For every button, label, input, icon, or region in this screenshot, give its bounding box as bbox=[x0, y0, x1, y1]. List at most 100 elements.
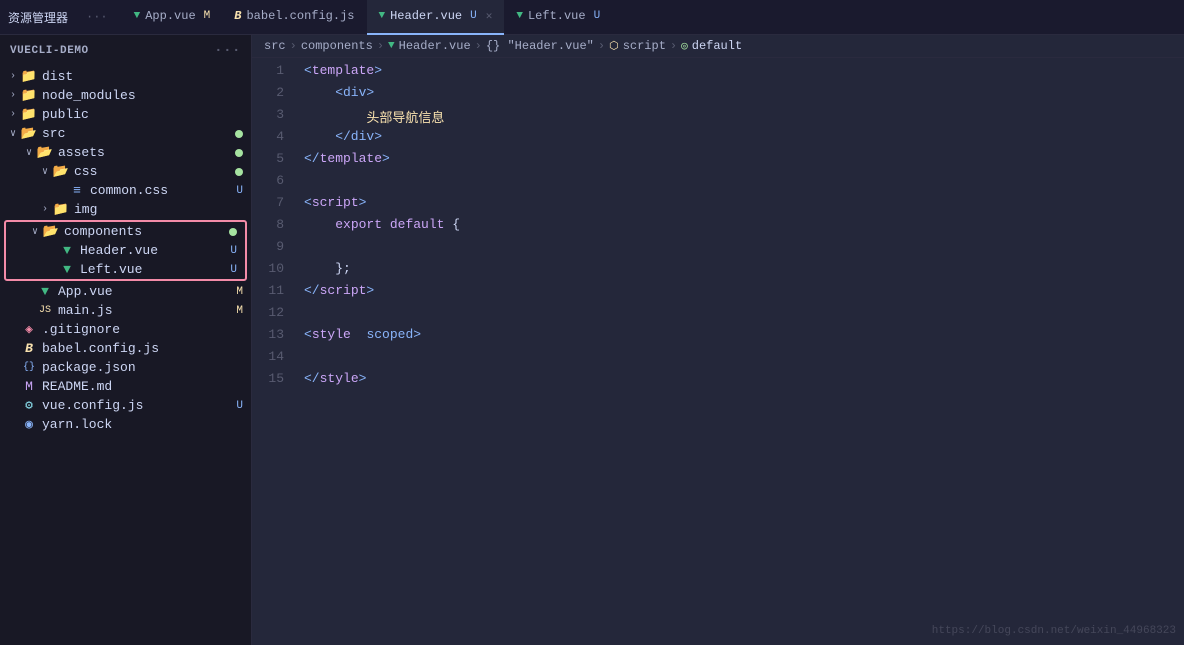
components-highlighted-group: ∨📂components ▼ Header.vueU▼Left.vueU bbox=[4, 220, 247, 281]
line-content: </style> bbox=[300, 371, 1184, 386]
code-line-15: 15</style> bbox=[252, 370, 1184, 392]
tab-left-vue[interactable]: ▼Left.vueU bbox=[504, 0, 612, 35]
folder-arrow-icon: ∨ bbox=[28, 226, 42, 238]
breadcrumb-script[interactable]: script bbox=[623, 39, 666, 53]
explorer-menu[interactable]: ··· bbox=[80, 10, 114, 24]
line-number: 8 bbox=[252, 217, 300, 232]
file-type-icon: ≡ bbox=[68, 183, 86, 198]
code-line-2: 2 <div> bbox=[252, 84, 1184, 106]
line-content: <script> bbox=[300, 195, 1184, 210]
file-type-icon: ◈ bbox=[20, 322, 38, 337]
tab-header-vue[interactable]: ▼Header.vueU✕ bbox=[367, 0, 505, 35]
folder-arrow-icon: › bbox=[38, 204, 52, 215]
vue-icon: ▼ bbox=[516, 10, 523, 22]
tree-item-gitignore[interactable]: ◈.gitignore bbox=[0, 320, 251, 339]
line-number: 2 bbox=[252, 85, 300, 100]
tree-item-src[interactable]: ∨📂src bbox=[0, 124, 251, 143]
tree-item-readme[interactable]: MREADME.md bbox=[0, 377, 251, 396]
modified-dot bbox=[229, 228, 237, 236]
file-name: package.json bbox=[42, 360, 251, 375]
file-type-icon: {} bbox=[20, 362, 38, 373]
folder-arrow-icon: › bbox=[6, 90, 20, 101]
tree-item-main-js[interactable]: JSmain.jsM bbox=[0, 301, 251, 320]
tree-item-public[interactable]: ›📁public bbox=[0, 105, 251, 124]
badge-modified: M bbox=[204, 10, 211, 22]
file-name: Header.vue bbox=[80, 243, 230, 258]
tab-label: Left.vue bbox=[528, 9, 586, 23]
line-content: <template> bbox=[300, 63, 1184, 78]
badge-m: M bbox=[236, 305, 243, 317]
file-name: components bbox=[64, 224, 229, 239]
vue-icon: ▼ bbox=[134, 10, 141, 22]
file-type-icon: ▼ bbox=[58, 243, 76, 258]
file-name: node_modules bbox=[42, 88, 251, 103]
code-editor[interactable]: 1<template>2 <div>3 头部导航信息4 </div>5</tem… bbox=[252, 58, 1184, 645]
breadcrumb-src[interactable]: src bbox=[264, 39, 286, 53]
line-content: <style scoped> bbox=[300, 327, 1184, 342]
line-number: 5 bbox=[252, 151, 300, 166]
line-number: 15 bbox=[252, 371, 300, 386]
breadcrumb-script-icon: ⬡ bbox=[609, 39, 619, 53]
code-line-9: 9 bbox=[252, 238, 1184, 260]
vue-icon: ▼ bbox=[379, 10, 386, 22]
line-number: 14 bbox=[252, 349, 300, 364]
line-number: 13 bbox=[252, 327, 300, 342]
code-line-10: 10 }; bbox=[252, 260, 1184, 282]
breadcrumb-header-vue[interactable]: Header.vue bbox=[399, 39, 471, 53]
tree-item-app-vue[interactable]: ▼App.vueM bbox=[0, 282, 251, 301]
line-content bbox=[300, 305, 1184, 320]
file-name: img bbox=[74, 202, 251, 217]
folder-icon: 📁 bbox=[52, 202, 70, 217]
file-name: README.md bbox=[42, 379, 251, 394]
line-content: export default { bbox=[300, 217, 1184, 232]
tree-item-yarn-lock[interactable]: ◉ yarn.lock bbox=[0, 415, 251, 434]
folder-icon: 📂 bbox=[52, 164, 70, 179]
breadcrumb-braces[interactable]: {} "Header.vue" bbox=[486, 39, 594, 53]
breadcrumb: src › components › ▼ Header.vue › {} "He… bbox=[252, 35, 1184, 58]
file-name: yarn.lock bbox=[42, 417, 251, 432]
tab-close-btn[interactable]: ✕ bbox=[486, 9, 493, 23]
tree-item-common-css[interactable]: ≡common.cssU bbox=[0, 181, 251, 200]
sidebar: VUECLI-DEMO ··· ›📁dist›📁node_modules›📁pu… bbox=[0, 35, 252, 645]
line-content: 头部导航信息 bbox=[300, 107, 1184, 126]
tree-item-left-vue[interactable]: ▼Left.vueU bbox=[6, 260, 245, 279]
tab-babel-config[interactable]: Bbabel.config.js bbox=[222, 0, 366, 35]
tree-item-package-json[interactable]: {} package.json bbox=[0, 358, 251, 377]
tree-item-css[interactable]: ∨📂css bbox=[0, 162, 251, 181]
line-content bbox=[300, 239, 1184, 254]
tree-item-vue-config[interactable]: ⚙vue.config.jsU bbox=[0, 396, 251, 415]
line-content: </div> bbox=[300, 129, 1184, 144]
line-number: 4 bbox=[252, 129, 300, 144]
tab-app-vue[interactable]: ▼App.vueM bbox=[122, 0, 223, 35]
babel-icon: B bbox=[234, 9, 241, 23]
file-name: assets bbox=[58, 145, 235, 160]
line-number: 11 bbox=[252, 283, 300, 298]
tree-item-img[interactable]: ›📁 img bbox=[0, 200, 251, 219]
sidebar-menu-icon[interactable]: ··· bbox=[214, 43, 241, 59]
file-tree: ›📁dist›📁node_modules›📁public∨📂src∨📂asset… bbox=[0, 67, 251, 434]
tree-item-babel-config[interactable]: Bbabel.config.js bbox=[0, 339, 251, 358]
editor-lines: 1<template>2 <div>3 头部导航信息4 </div>5</tem… bbox=[252, 58, 1184, 396]
code-line-8: 8 export default { bbox=[252, 216, 1184, 238]
tree-item-components[interactable]: ∨📂components bbox=[6, 222, 245, 241]
file-type-icon: ▼ bbox=[36, 284, 54, 299]
line-content: </template> bbox=[300, 151, 1184, 166]
watermark: https://blog.csdn.net/weixin_44968323 bbox=[932, 625, 1176, 637]
line-number: 10 bbox=[252, 261, 300, 276]
code-line-5: 5</template> bbox=[252, 150, 1184, 172]
tree-item-assets[interactable]: ∨📂assets bbox=[0, 143, 251, 162]
breadcrumb-components[interactable]: components bbox=[301, 39, 373, 53]
line-number: 3 bbox=[252, 107, 300, 122]
tree-item-dist[interactable]: ›📁dist bbox=[0, 67, 251, 86]
tab-label: babel.config.js bbox=[246, 9, 354, 23]
file-type-icon: ◉ bbox=[20, 417, 38, 432]
tree-item-header-vue[interactable]: ▼Header.vueU bbox=[6, 241, 245, 260]
file-type-icon: ▼ bbox=[58, 262, 76, 277]
breadcrumb-default: default bbox=[692, 39, 742, 53]
code-line-4: 4 </div> bbox=[252, 128, 1184, 150]
modified-dot bbox=[235, 149, 243, 157]
tree-item-node_modules[interactable]: ›📁node_modules bbox=[0, 86, 251, 105]
badge-u: U bbox=[230, 264, 237, 276]
code-line-11: 11</script> bbox=[252, 282, 1184, 304]
line-content: <div> bbox=[300, 85, 1184, 100]
